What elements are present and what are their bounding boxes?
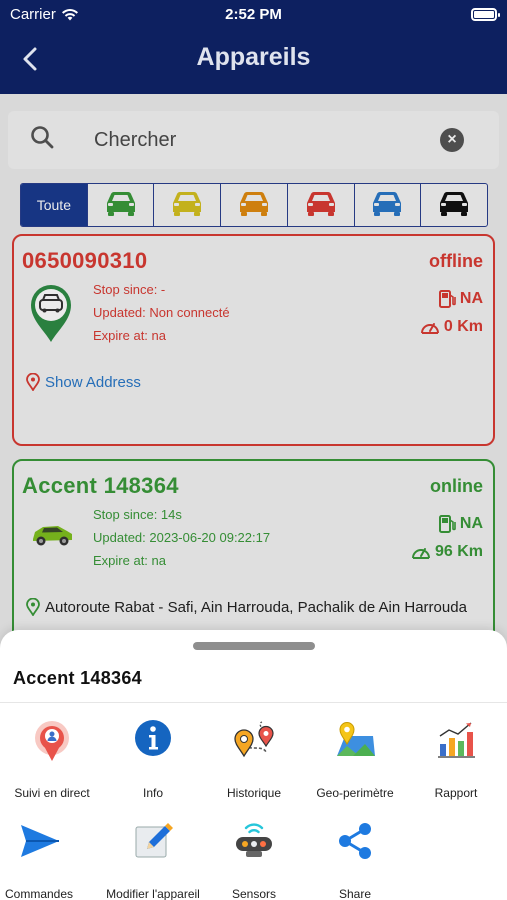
divider xyxy=(0,702,507,703)
sensors-icon xyxy=(236,823,272,857)
report-button[interactable]: Rapport xyxy=(404,718,507,801)
action-label: Sensors xyxy=(231,887,277,900)
battery-icon xyxy=(471,8,500,21)
geofence-button[interactable]: Geo-perimètre xyxy=(303,718,407,801)
edit-device-icon xyxy=(135,823,173,858)
sheet-drag-handle[interactable] xyxy=(193,642,315,650)
action-label: Share xyxy=(338,887,372,900)
info-icon xyxy=(135,720,171,756)
send-command-icon xyxy=(21,825,59,857)
clock: 2:52 PM xyxy=(225,6,282,23)
action-label: Historique xyxy=(226,786,282,800)
share-button[interactable]: Share xyxy=(303,819,407,900)
live-tracking-button[interactable]: Suivi en direct xyxy=(0,718,104,801)
history-route-icon xyxy=(234,721,274,758)
action-label: Suivi en direct xyxy=(14,786,90,800)
geofence-map-icon xyxy=(337,722,375,756)
history-button[interactable]: Historique xyxy=(202,718,306,801)
report-chart-icon xyxy=(438,722,475,758)
sheet-title: Accent 148364 xyxy=(13,668,142,688)
live-tracking-icon xyxy=(35,721,69,761)
action-label: Rapport xyxy=(434,786,478,800)
action-label: Geo-perimètre xyxy=(316,786,394,800)
action-label: Commandes spéciales xyxy=(4,887,74,900)
action-label: Info xyxy=(142,786,163,800)
page-title: Appareils xyxy=(196,43,311,71)
sensors-button[interactable]: Sensors xyxy=(202,819,306,900)
app-header: Carrier 2:52 PM Appareils xyxy=(0,0,507,94)
status-bar: Carrier 2:52 PM xyxy=(0,5,507,25)
action-label: Modifier l'appareil xyxy=(106,887,200,900)
device-actions-sheet: Accent 148364 Suivi en direct Info Histo… xyxy=(0,630,507,900)
edit-device-button[interactable]: Modifier l'appareil xyxy=(101,819,205,900)
commands-button[interactable]: Commandes spéciales xyxy=(0,819,91,900)
info-button[interactable]: Info xyxy=(101,718,205,801)
share-icon xyxy=(339,823,371,859)
